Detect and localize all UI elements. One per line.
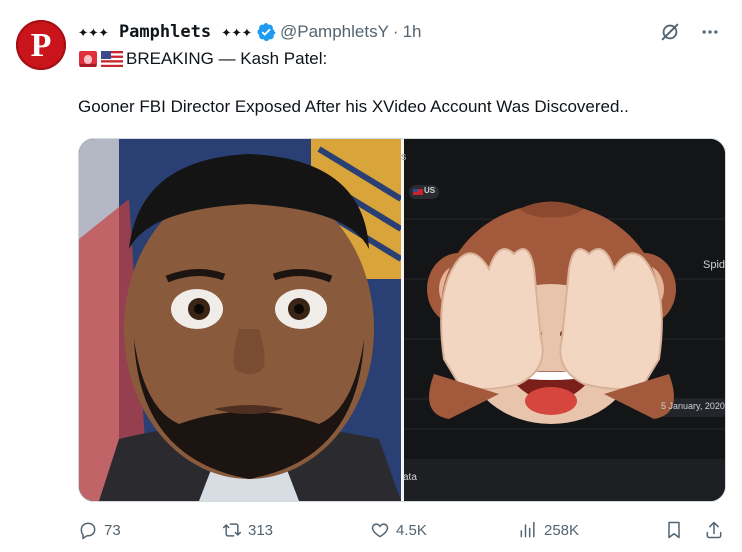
siren-emoji-icon bbox=[78, 50, 98, 68]
reply-count: 73 bbox=[104, 521, 121, 539]
action-bar: 73 313 4.5K 258K bbox=[78, 516, 724, 544]
views-button[interactable]: 258K bbox=[518, 520, 579, 540]
repost-icon bbox=[222, 523, 242, 537]
screenshot-panel bbox=[404, 139, 725, 501]
repost-count: 313 bbox=[248, 521, 274, 539]
post-time[interactable]: 1h bbox=[403, 22, 422, 42]
portrait-photo bbox=[79, 139, 403, 501]
header-actions bbox=[658, 20, 722, 44]
share-button[interactable] bbox=[704, 520, 724, 540]
view-count: 258K bbox=[544, 521, 580, 539]
share-icon bbox=[706, 521, 722, 539]
post-media[interactable]: s US Spid 5 January, 2020 ata bbox=[78, 138, 726, 502]
grok-icon[interactable] bbox=[658, 20, 682, 44]
bookmark-icon bbox=[668, 521, 680, 539]
repost-button[interactable]: 313 bbox=[222, 520, 273, 540]
post-text-line1: BREAKING — Kash Patel: bbox=[78, 47, 327, 71]
views-chart-icon bbox=[520, 521, 535, 538]
more-options-icon[interactable] bbox=[698, 20, 722, 44]
author-avatar[interactable]: P bbox=[16, 20, 66, 70]
date-tooltip-label: 5 January, 2020 bbox=[661, 401, 725, 411]
reply-icon bbox=[80, 522, 96, 540]
us-flag-emoji-icon bbox=[101, 51, 123, 67]
breaking-text: BREAKING — Kash Patel: bbox=[126, 49, 328, 68]
header-partial-text: s bbox=[401, 151, 407, 163]
reply-button[interactable]: 73 bbox=[78, 520, 121, 540]
display-name[interactable]: ✦✦✦ Pamphlets ✦✦✦ bbox=[78, 22, 252, 42]
author-handle[interactable]: @PamphletsY bbox=[280, 22, 389, 42]
bookmark-button[interactable] bbox=[664, 520, 684, 540]
post-text-line2: Gooner FBI Director Exposed After his XV… bbox=[78, 97, 629, 116]
avatar-letter: P bbox=[30, 27, 52, 64]
country-flag-label: US bbox=[424, 186, 436, 195]
like-count: 4.5K bbox=[396, 521, 427, 539]
series-partial-label: Spid bbox=[703, 259, 726, 271]
bottom-partial-text: ata bbox=[403, 472, 417, 483]
post-header: ✦✦✦ Pamphlets ✦✦✦ @PamphletsY · 1h bbox=[78, 20, 722, 44]
heart-icon bbox=[371, 523, 389, 538]
separator-dot: · bbox=[392, 22, 399, 41]
verified-badge-icon bbox=[256, 22, 276, 42]
like-button[interactable]: 4.5K bbox=[370, 520, 427, 540]
